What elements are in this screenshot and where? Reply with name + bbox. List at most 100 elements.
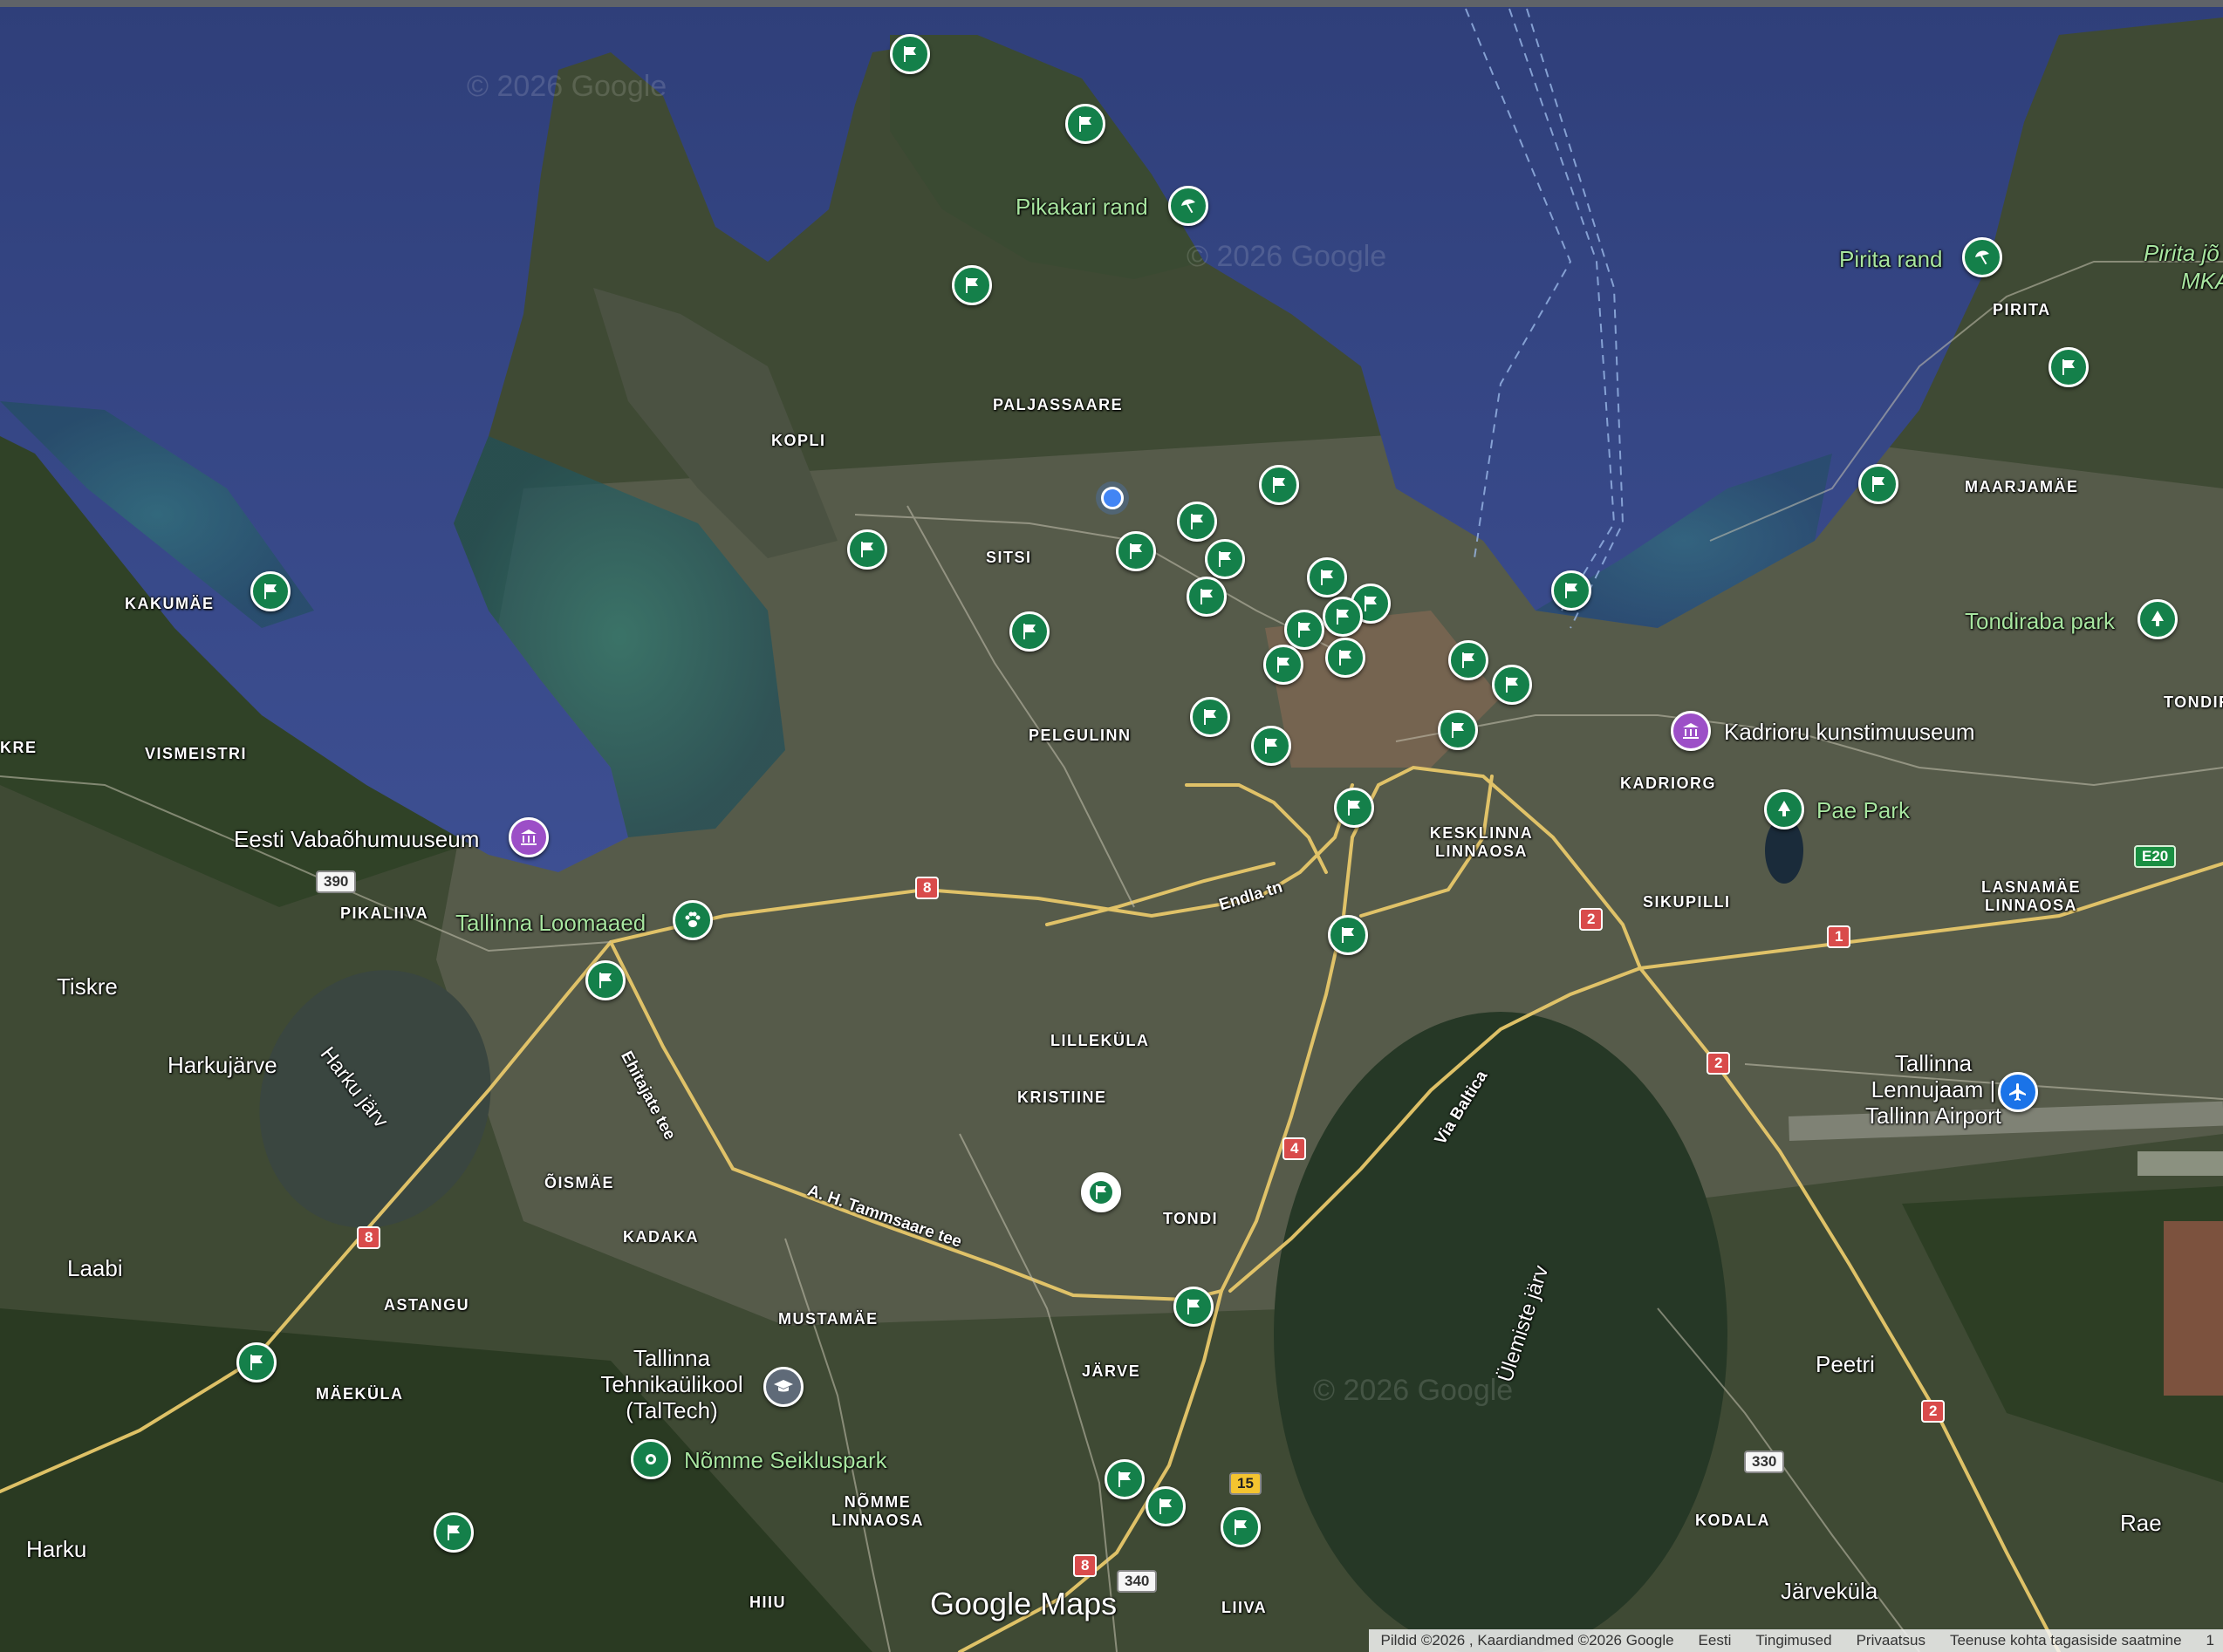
label-kadriorg: KADRIORG (1620, 775, 1716, 792)
label-paljassaare: PALJASSAARE (993, 396, 1124, 413)
label-pirita-jogi[interactable]: Pirita jõ (2144, 240, 2220, 267)
flag-icon[interactable] (1323, 597, 1363, 637)
beach-umbrella-icon[interactable] (1962, 237, 2002, 277)
museum-icon[interactable] (1671, 711, 1711, 751)
label-tallinna-loomaaed[interactable]: Tallinna Loomaaed (455, 910, 646, 937)
my-location-icon[interactable] (1101, 487, 1124, 509)
label-maekula: MÄEKÜLA (316, 1385, 404, 1403)
flag-icon[interactable] (1205, 539, 1245, 579)
flag-icon[interactable] (1328, 915, 1368, 955)
flag-icon[interactable] (1251, 726, 1291, 766)
flag-icon[interactable] (1190, 697, 1230, 737)
flag-icon[interactable] (434, 1512, 474, 1553)
flag-icon[interactable] (1325, 638, 1365, 678)
activity-pin-icon[interactable] (631, 1439, 671, 1479)
label-sikupilli: SIKUPILLI (1643, 893, 1731, 911)
language-link[interactable]: Eesti (1699, 1632, 1732, 1649)
field-east (2164, 1221, 2223, 1396)
privacy-link[interactable]: Privaatsus (1857, 1632, 1925, 1649)
flag-icon[interactable] (2049, 347, 2089, 387)
label-taltech[interactable]: Tallinna Tehnikaülikool (TalTech) (576, 1345, 768, 1424)
airport-line-3: Tallinn Airport (1864, 1102, 2002, 1129)
label-tiskre: Tiskre (57, 973, 118, 1000)
label-tondiraba-park[interactable]: Tondiraba park (1965, 608, 2115, 635)
road-shield: 15 (1229, 1472, 1262, 1495)
flag-icon[interactable] (890, 34, 930, 74)
logo-google: Google (930, 1586, 1032, 1621)
imagery-attribution[interactable]: Pildid ©2026 , Kaardiandmed ©2026 Google (1381, 1632, 1674, 1649)
flag-icon[interactable] (1116, 531, 1156, 571)
flag-icon[interactable] (1438, 710, 1478, 750)
airplane-icon[interactable] (1998, 1072, 2038, 1112)
label-lasnamae: LASNAMÄE LINNAOSA (1981, 878, 2081, 914)
label-mka[interactable]: MKA (2181, 268, 2223, 295)
paw-icon[interactable] (673, 900, 713, 940)
flag-icon[interactable] (236, 1342, 277, 1382)
flag-icon[interactable] (1448, 640, 1488, 680)
airport-runway-2 (2138, 1151, 2223, 1176)
flag-icon[interactable] (952, 265, 992, 305)
flag-icon[interactable] (1858, 464, 1898, 504)
tree-icon[interactable] (1764, 789, 1804, 829)
flag-icon[interactable] (1173, 1287, 1214, 1327)
label-laabi: Laabi (67, 1255, 123, 1281)
road-shield: 340 (1117, 1570, 1158, 1593)
flag-icon[interactable] (1009, 611, 1050, 652)
label-maarjamae: MAARJAMÄE (1965, 478, 2079, 495)
label-pelgulinn: PELGULINN (1029, 727, 1132, 744)
flag-icon[interactable] (1146, 1486, 1186, 1526)
flag-icon[interactable] (1492, 665, 1532, 705)
road-shield: 2 (1579, 908, 1604, 931)
flag-icon[interactable] (1221, 1507, 1261, 1547)
flag-icon[interactable] (250, 571, 291, 611)
label-jarvekula: Järveküla (1781, 1578, 1878, 1604)
tree-icon[interactable] (2138, 599, 2178, 639)
road-shield: 8 (357, 1226, 381, 1249)
label-peetri: Peetri (1816, 1351, 1875, 1377)
scale-label[interactable]: 1 (2206, 1632, 2214, 1649)
terms-link[interactable]: Tingimused (1755, 1632, 1831, 1649)
road-shield: 2 (1707, 1052, 1731, 1075)
flag-icon[interactable] (585, 960, 626, 1000)
road-shield: 4 (1282, 1137, 1307, 1160)
label-kakumae: KAKUMÄE (125, 595, 215, 612)
flag-icon[interactable] (1187, 577, 1227, 617)
flag-icon[interactable] (1284, 610, 1324, 650)
graduation-cap-icon[interactable] (763, 1367, 804, 1407)
label-eesti-vabaohumuuseum[interactable]: Eesti Vabaõhumuuseum (234, 826, 479, 853)
road-shield: 390 (316, 870, 357, 893)
label-mustamae: MUSTAMÄE (778, 1310, 879, 1328)
flag-icon[interactable] (1334, 788, 1374, 828)
label-lillekula: LILLEKÜLA (1050, 1032, 1150, 1049)
taltech-line-3: (TalTech) (626, 1396, 718, 1423)
flag-icon[interactable] (1263, 645, 1303, 685)
feedback-link[interactable]: Teenuse kohta tagasiside saatmine (1950, 1632, 2182, 1649)
flag-icon[interactable] (847, 529, 887, 570)
label-pirita-rand[interactable]: Pirita rand (1839, 246, 1943, 273)
label-pae-park[interactable]: Pae Park (1816, 797, 1910, 824)
label-harku: Harku (26, 1536, 87, 1562)
museum-icon[interactable] (509, 817, 549, 857)
label-kopli: KOPLI (771, 432, 826, 449)
flag-icon[interactable] (1307, 557, 1347, 597)
label-jarve: JÄRVE (1082, 1362, 1141, 1380)
ulemiste-lake (1274, 1012, 1727, 1652)
flag-icon[interactable] (1551, 570, 1591, 611)
label-kadrioru-kunstimuuseum[interactable]: Kadrioru kunstimuuseum (1724, 719, 1975, 746)
flag-outline-icon[interactable] (1081, 1172, 1121, 1212)
label-hiiu: HIIU (749, 1594, 786, 1611)
label-nomme-seikluspark[interactable]: Nõmme Seikluspark (684, 1447, 887, 1474)
label-pikakari-rand[interactable]: Pikakari rand (1016, 194, 1148, 221)
label-sitsi: SITSI (986, 549, 1032, 566)
map-footer: Pildid ©2026 , Kaardiandmed ©2026 Google… (1368, 1629, 2223, 1652)
flag-icon[interactable] (1065, 104, 1105, 144)
beach-umbrella-icon[interactable] (1168, 186, 1208, 226)
label-kristiine: KRISTIINE (1017, 1089, 1107, 1106)
google-maps-logo: Google Maps (930, 1586, 1117, 1622)
logo-maps: Maps (1040, 1586, 1118, 1621)
label-pikaliiva: PIKALIIVA (340, 905, 429, 922)
label-kodala: KODALA (1695, 1512, 1770, 1529)
flag-icon[interactable] (1259, 465, 1299, 505)
flag-icon[interactable] (1177, 502, 1217, 542)
flag-icon[interactable] (1105, 1459, 1145, 1499)
